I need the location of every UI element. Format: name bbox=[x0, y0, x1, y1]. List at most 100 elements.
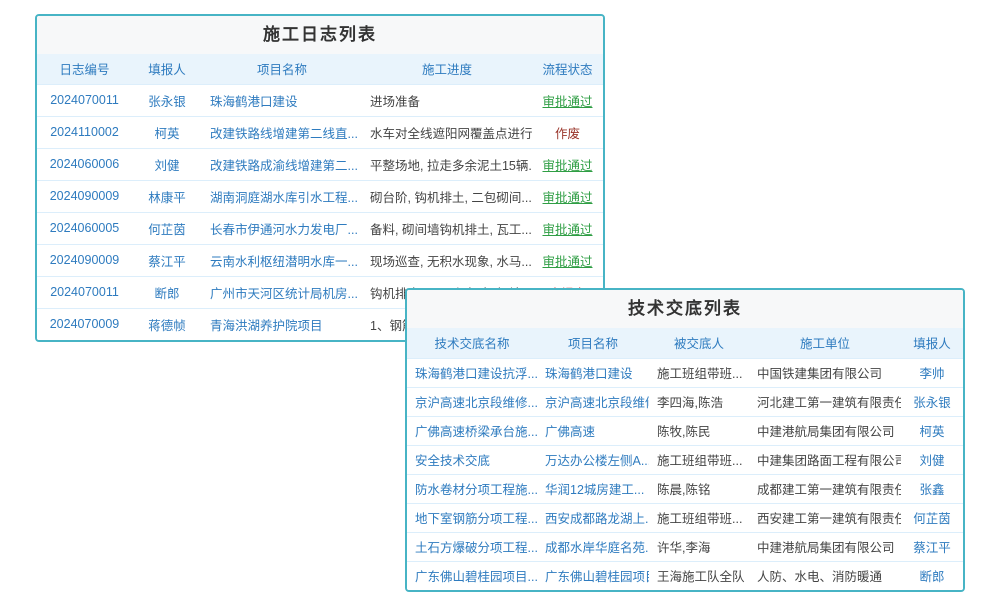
disclosure-unit-cell: 人防、水电、消防暖通 bbox=[749, 561, 901, 590]
table-row: 防水卷材分项工程施...华润12城房建工...陈晨,陈铭成都建工第一建筑有限责任… bbox=[407, 474, 963, 503]
disclosure-reporter-cell: 蔡江平 bbox=[901, 532, 963, 561]
disclosure-project-link[interactable]: 万达办公楼左侧A... bbox=[537, 445, 649, 474]
disclosure-project-link[interactable]: 珠海鹤港口建设 bbox=[537, 358, 649, 387]
disclosure-name-link[interactable]: 广佛高速桥梁承台施... bbox=[407, 416, 537, 445]
log-status-link[interactable]: 审批通过 bbox=[532, 148, 603, 180]
log-progress-cell: 备料, 砌间墙钩机排土, 瓦工... bbox=[362, 212, 532, 244]
disclosure-project-link[interactable]: 京沪高速北京段维修 bbox=[537, 387, 649, 416]
disclosure-person-cell: 施工班组带班... bbox=[649, 358, 749, 387]
disclosure-name-link[interactable]: 地下室钢筋分项工程... bbox=[407, 503, 537, 532]
table-row: 京沪高速北京段维修...京沪高速北京段维修李四海,陈浩河北建工第一建筑有限责任公… bbox=[407, 387, 963, 416]
log_panel-header-row: 日志编号填报人项目名称施工进度流程状态 bbox=[37, 54, 603, 84]
log-reporter-cell: 蒋德帧 bbox=[132, 308, 202, 340]
table-row: 珠海鹤港口建设抗浮...珠海鹤港口建设施工班组带班...中国铁建集团有限公司李帅 bbox=[407, 358, 963, 387]
disclosure-unit-cell: 中建港航局集团有限公司 bbox=[749, 532, 901, 561]
disclosure-project-link[interactable]: 广东佛山碧桂园项目 bbox=[537, 561, 649, 590]
disclosure-column-header: 被交底人 bbox=[649, 328, 749, 358]
disclosure-name-link[interactable]: 珠海鹤港口建设抗浮... bbox=[407, 358, 537, 387]
disclosure-unit-cell: 中建集团路面工程有限公司 bbox=[749, 445, 901, 474]
log-status-link[interactable]: 审批通过 bbox=[532, 212, 603, 244]
log-id-cell: 2024060005 bbox=[37, 212, 132, 244]
log-reporter-cell: 张永银 bbox=[132, 84, 202, 116]
table-row: 2024110002柯英改建铁路线增建第二线直...水车对全线遮阳网覆盖点进行.… bbox=[37, 116, 603, 148]
log-reporter-cell: 林康平 bbox=[132, 180, 202, 212]
disclosure-person-cell: 施工班组带班... bbox=[649, 503, 749, 532]
log-status-link[interactable]: 审批通过 bbox=[532, 244, 603, 276]
disclosure-project-link[interactable]: 西安成都路龙湖上... bbox=[537, 503, 649, 532]
log-project-link[interactable]: 长春市伊通河水力发电厂... bbox=[202, 212, 362, 244]
table-row: 2024070011张永银珠海鹤港口建设进场准备审批通过 bbox=[37, 84, 603, 116]
table-row: 2024060006刘健改建铁路成渝线增建第二...平整场地, 拉走多余泥土15… bbox=[37, 148, 603, 180]
log-id-cell: 2024070009 bbox=[37, 308, 132, 340]
disclosure-unit-cell: 西安建工第一建筑有限责任公司 bbox=[749, 503, 901, 532]
log-column-header: 施工进度 bbox=[362, 54, 532, 84]
technical-disclosure-title: 技术交底列表 bbox=[407, 290, 963, 328]
log-project-link[interactable]: 珠海鹤港口建设 bbox=[202, 84, 362, 116]
disclosure_panel-body: 珠海鹤港口建设抗浮...珠海鹤港口建设施工班组带班...中国铁建集团有限公司李帅… bbox=[407, 358, 963, 590]
disclosure-name-link[interactable]: 京沪高速北京段维修... bbox=[407, 387, 537, 416]
log-project-link[interactable]: 改建铁路线增建第二线直... bbox=[202, 116, 362, 148]
technical-disclosure-panel: 技术交底列表 技术交底名称项目名称被交底人施工单位填报人 珠海鹤港口建设抗浮..… bbox=[405, 288, 965, 592]
log-progress-cell: 进场准备 bbox=[362, 84, 532, 116]
log-column-header: 流程状态 bbox=[532, 54, 603, 84]
disclosure-column-header: 填报人 bbox=[901, 328, 963, 358]
log-progress-cell: 平整场地, 拉走多余泥土15辆... bbox=[362, 148, 532, 180]
disclosure-reporter-cell: 断郎 bbox=[901, 561, 963, 590]
table-row: 2024060005何芷茵长春市伊通河水力发电厂...备料, 砌间墙钩机排土, … bbox=[37, 212, 603, 244]
log-project-link[interactable]: 改建铁路成渝线增建第二... bbox=[202, 148, 362, 180]
disclosure-reporter-cell: 柯英 bbox=[901, 416, 963, 445]
disclosure-unit-cell: 中国铁建集团有限公司 bbox=[749, 358, 901, 387]
disclosure-unit-cell: 成都建工第一建筑有限责任公司 bbox=[749, 474, 901, 503]
table-row: 土石方爆破分项工程...成都水岸华庭名苑...许华,李海中建港航局集团有限公司蔡… bbox=[407, 532, 963, 561]
log-status-link[interactable]: 审批通过 bbox=[532, 180, 603, 212]
disclosure-project-link[interactable]: 华润12城房建工... bbox=[537, 474, 649, 503]
log-project-link[interactable]: 青海洪湖养护院项目 bbox=[202, 308, 362, 340]
log-progress-cell: 水车对全线遮阳网覆盖点进行... bbox=[362, 116, 532, 148]
log-id-cell: 2024090009 bbox=[37, 180, 132, 212]
log-column-header: 填报人 bbox=[132, 54, 202, 84]
table-row: 2024090009林康平湖南洞庭湖水库引水工程...砌台阶, 钩机排土, 二包… bbox=[37, 180, 603, 212]
table-row: 广东佛山碧桂园项目...广东佛山碧桂园项目王海施工队全队人防、水电、消防暖通断郎 bbox=[407, 561, 963, 590]
log-project-link[interactable]: 云南水利枢纽潜明水库一... bbox=[202, 244, 362, 276]
disclosure-person-cell: 陈牧,陈民 bbox=[649, 416, 749, 445]
disclosure-person-cell: 施工班组带班... bbox=[649, 445, 749, 474]
disclosure_panel-header-row: 技术交底名称项目名称被交底人施工单位填报人 bbox=[407, 328, 963, 358]
log-reporter-cell: 柯英 bbox=[132, 116, 202, 148]
log-reporter-cell: 何芷茵 bbox=[132, 212, 202, 244]
disclosure-person-cell: 陈晨,陈铭 bbox=[649, 474, 749, 503]
disclosure-name-link[interactable]: 安全技术交底 bbox=[407, 445, 537, 474]
disclosure-reporter-cell: 刘健 bbox=[901, 445, 963, 474]
log-progress-cell: 砌台阶, 钩机排土, 二包砌间... bbox=[362, 180, 532, 212]
disclosure-person-cell: 王海施工队全队 bbox=[649, 561, 749, 590]
log-reporter-cell: 断郎 bbox=[132, 276, 202, 308]
disclosure-name-link[interactable]: 广东佛山碧桂园项目... bbox=[407, 561, 537, 590]
disclosure-column-header: 施工单位 bbox=[749, 328, 901, 358]
log-status-link[interactable]: 作废 bbox=[532, 116, 603, 148]
disclosure-name-link[interactable]: 土石方爆破分项工程... bbox=[407, 532, 537, 561]
log-status-link[interactable]: 审批通过 bbox=[532, 84, 603, 116]
log-progress-cell: 现场巡查, 无积水现象, 水马... bbox=[362, 244, 532, 276]
log-column-header: 项目名称 bbox=[202, 54, 362, 84]
log-id-cell: 2024060006 bbox=[37, 148, 132, 180]
log-id-cell: 2024090009 bbox=[37, 244, 132, 276]
log-reporter-cell: 蔡江平 bbox=[132, 244, 202, 276]
construction-log-title: 施工日志列表 bbox=[37, 16, 603, 54]
disclosure-project-link[interactable]: 广佛高速 bbox=[537, 416, 649, 445]
disclosure-project-link[interactable]: 成都水岸华庭名苑... bbox=[537, 532, 649, 561]
log-id-cell: 2024070011 bbox=[37, 84, 132, 116]
disclosure-reporter-cell: 张永银 bbox=[901, 387, 963, 416]
log-project-link[interactable]: 湖南洞庭湖水库引水工程... bbox=[202, 180, 362, 212]
disclosure-person-cell: 李四海,陈浩 bbox=[649, 387, 749, 416]
log-project-link[interactable]: 广州市天河区统计局机房... bbox=[202, 276, 362, 308]
log-reporter-cell: 刘健 bbox=[132, 148, 202, 180]
disclosure-name-link[interactable]: 防水卷材分项工程施... bbox=[407, 474, 537, 503]
log-column-header: 日志编号 bbox=[37, 54, 132, 84]
disclosure-column-header: 项目名称 bbox=[537, 328, 649, 358]
disclosure-unit-cell: 河北建工第一建筑有限责任公司 bbox=[749, 387, 901, 416]
disclosure-reporter-cell: 张鑫 bbox=[901, 474, 963, 503]
table-row: 2024090009蔡江平云南水利枢纽潜明水库一...现场巡查, 无积水现象, … bbox=[37, 244, 603, 276]
disclosure-person-cell: 许华,李海 bbox=[649, 532, 749, 561]
disclosure-unit-cell: 中建港航局集团有限公司 bbox=[749, 416, 901, 445]
table-row: 广佛高速桥梁承台施...广佛高速陈牧,陈民中建港航局集团有限公司柯英 bbox=[407, 416, 963, 445]
table-row: 地下室钢筋分项工程...西安成都路龙湖上...施工班组带班...西安建工第一建筑… bbox=[407, 503, 963, 532]
